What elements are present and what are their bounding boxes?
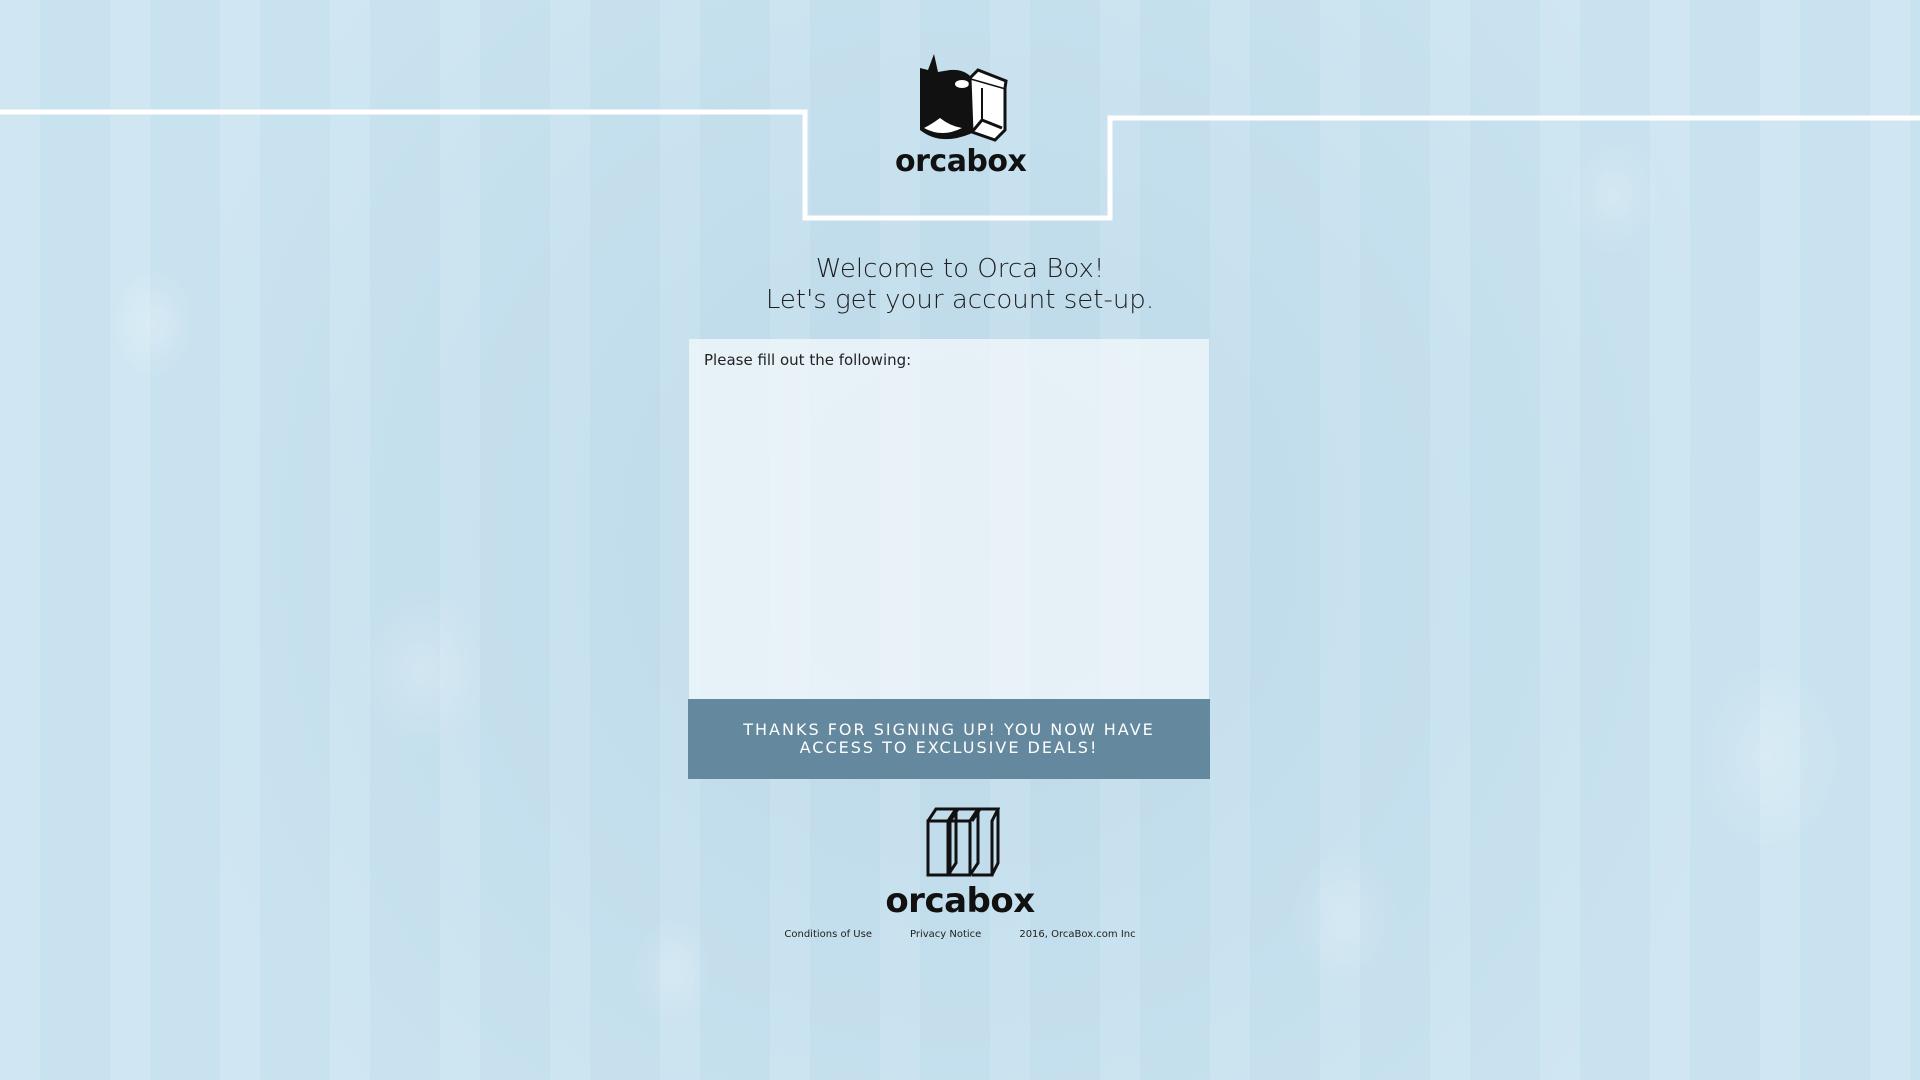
- welcome-line-1: Welcome to Orca Box!: [815, 254, 1105, 284]
- copyright-text: 2016, OrcaBox.com Inc: [1019, 929, 1136, 940]
- welcome-line-2: Let's get your account set-up.: [765, 285, 1155, 315]
- header-logo[interactable]: orcabox: [895, 48, 1027, 179]
- footer-logo[interactable]: orcabox: [880, 803, 1040, 921]
- orca-box-icon: [920, 54, 1008, 142]
- header-brand-name: orcabox: [895, 144, 1027, 179]
- conditions-of-use-link[interactable]: Conditions of Use: [784, 929, 872, 940]
- signup-confirmation-banner: THANKS FOR SIGNING UP! YOU NOW HAVE ACCE…: [688, 699, 1210, 779]
- privacy-notice-link[interactable]: Privacy Notice: [910, 929, 981, 940]
- footer-brand-name: orcabox: [885, 881, 1035, 921]
- footer-links: Conditions of Use Privacy Notice 2016, O…: [780, 929, 1140, 940]
- books-icon: [926, 807, 1000, 877]
- welcome-heading: Welcome to Orca Box! Let's get your acco…: [660, 254, 1260, 316]
- signup-form-panel: Please fill out the following:: [689, 339, 1209, 699]
- form-instructions: Please fill out the following:: [704, 351, 912, 369]
